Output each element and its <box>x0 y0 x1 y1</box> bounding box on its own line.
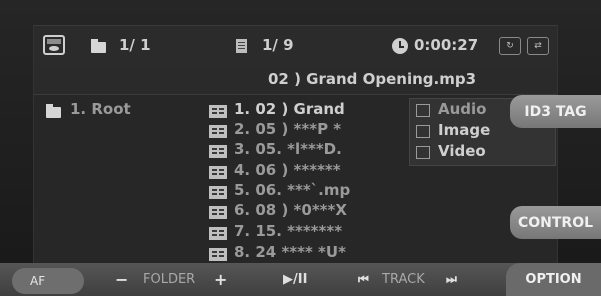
now-playing-bar: 02 ) Grand Opening.mp3 <box>34 66 557 95</box>
disc-icon <box>43 35 65 55</box>
file-item-label: 3. 05. *l***D. <box>234 140 342 158</box>
file-item-label: 6. 08 ) *0***X <box>234 201 347 219</box>
folder-up-button[interactable]: + <box>214 263 227 296</box>
file-item-label: 5. 06. ***`.mp <box>234 181 351 199</box>
browser-panel: 1/ 1 1/ 9 0:00:27 ↻ ⇄ 02 ) Grand Opening… <box>33 25 558 264</box>
file-item-label: 8. 24 **** *U* <box>234 243 346 261</box>
music-file-icon <box>209 227 227 240</box>
folder-icon <box>46 104 61 118</box>
track-label: TRACK <box>382 272 425 287</box>
current-file-name: 02 ) Grand Opening.mp3 <box>268 70 477 88</box>
music-file-icon <box>209 145 227 158</box>
track-prev-button[interactable]: ⏮ <box>358 263 369 296</box>
file-item-label: 2. 05 ) ***P * <box>234 120 342 138</box>
speaker-icon <box>416 104 430 117</box>
file-item-label: 4. 06 ) ****** <box>234 161 341 179</box>
elapsed-time: 0:00:27 <box>414 36 479 54</box>
picture-icon <box>416 125 430 138</box>
shuffle-mode-icon[interactable]: ⇄ <box>527 37 549 55</box>
music-file-icon <box>209 248 227 261</box>
repeat-mode-icon[interactable]: ↻ <box>499 37 521 55</box>
control-button[interactable]: CONTROL <box>510 206 601 239</box>
folder-counter: 1/ 1 <box>119 36 151 54</box>
music-file-icon <box>209 166 227 179</box>
folder-down-button[interactable]: − <box>115 263 128 296</box>
folder-item-label: 1. Root <box>70 100 131 118</box>
music-file-icon <box>209 125 227 138</box>
bottom-control-bar: AF − FOLDER + ▶/II ⏮ TRACK ⏭ OPTION <box>0 263 601 296</box>
music-file-icon <box>209 206 227 219</box>
status-bar: 1/ 1 1/ 9 0:00:27 ↻ ⇄ <box>34 26 557 67</box>
file-icon <box>236 39 247 53</box>
id3-tag-button[interactable]: ID3 TAG <box>510 95 601 128</box>
media-type-label: Video <box>438 142 486 160</box>
track-next-button[interactable]: ⏭ <box>446 263 457 296</box>
af-button[interactable]: AF <box>12 268 84 294</box>
media-type-label: Image <box>438 121 491 139</box>
file-counter: 1/ 9 <box>262 36 294 54</box>
music-file-icon <box>209 186 227 199</box>
file-item-label: 7. 15. ******* <box>234 222 343 240</box>
film-icon <box>416 146 430 159</box>
file-item-label: 1. 02 ) Grand <box>234 100 345 118</box>
music-file-icon <box>209 105 227 118</box>
clock-icon <box>392 38 408 54</box>
option-button[interactable]: OPTION <box>506 263 601 296</box>
folder-icon <box>91 39 106 53</box>
media-type-label: Audio <box>438 100 487 118</box>
folder-label: FOLDER <box>143 272 196 287</box>
media-screen: 1/ 1 1/ 9 0:00:27 ↻ ⇄ 02 ) Grand Opening… <box>0 0 601 264</box>
play-pause-button[interactable]: ▶/II <box>283 263 307 296</box>
